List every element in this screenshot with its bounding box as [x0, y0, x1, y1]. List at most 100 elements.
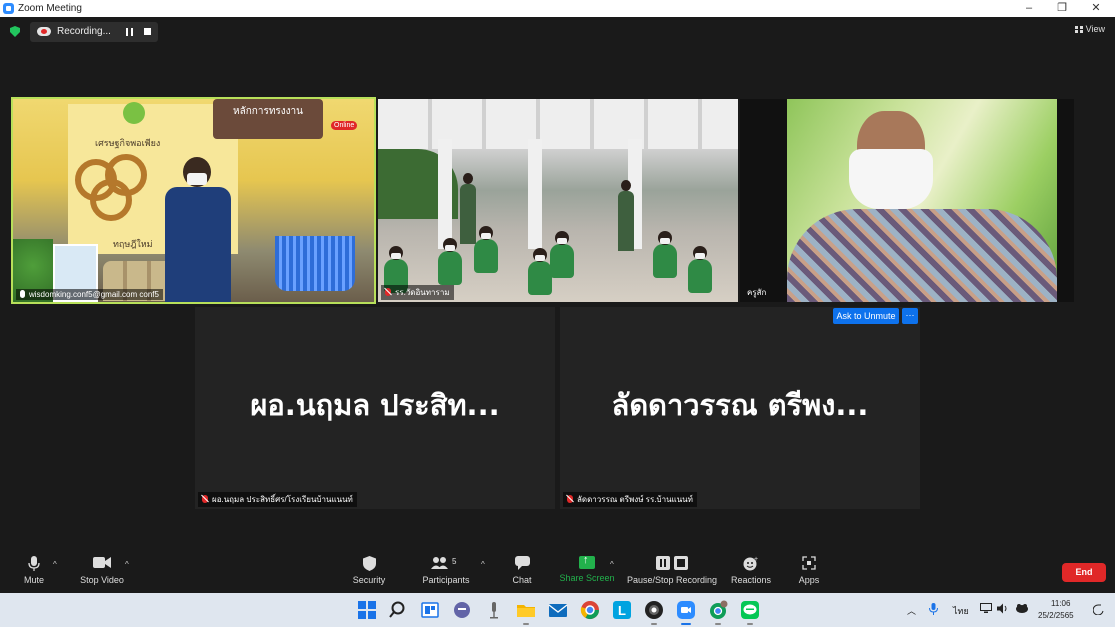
video-tile-nathumon[interactable]: ผอ.นฤมล ประสิท... ผอ.นฤมล ประสิทธิ์ศร/โร…: [195, 307, 555, 509]
ceiling: [378, 99, 738, 149]
presenter: [163, 157, 233, 302]
participants-icon: 5: [418, 556, 474, 571]
microphone-icon: [20, 290, 25, 298]
chrome-icon[interactable]: [580, 600, 600, 620]
security-button[interactable]: Security: [349, 556, 389, 585]
active-app-indicator: [523, 623, 529, 625]
video-camera-icon: [76, 556, 128, 571]
zoom-app-icon: [3, 3, 14, 14]
student: [653, 231, 677, 278]
svg-text:+: +: [754, 556, 758, 563]
title-bar: Zoom Meeting – ❐ ✕: [0, 0, 1115, 17]
participant-name-tag: wisdomking.conf5@gmail.com conf5: [16, 289, 163, 300]
input-language[interactable]: ไทย: [953, 604, 969, 618]
participant-name-tag: รร.วัดอินทาราม: [381, 285, 454, 300]
video-tile-krusak[interactable]: ครูสัก: [740, 99, 1074, 302]
video-tile-ladda[interactable]: ลัดดาวรรณ ตรีพง... ลัดดาวรรณ ตรีพงษ์ รร.…: [560, 307, 920, 509]
audio-options-chevron-icon[interactable]: ^: [53, 560, 57, 569]
mute-button[interactable]: Mute: [18, 556, 50, 585]
view-label: View: [1085, 24, 1105, 34]
windows-start-icon[interactable]: [357, 600, 377, 620]
pause-stop-recording-button[interactable]: Pause/Stop Recording: [626, 556, 718, 585]
stop-video-button[interactable]: Stop Video: [76, 556, 128, 585]
more-options-button[interactable]: ···: [902, 308, 918, 324]
view-button[interactable]: View: [1074, 24, 1105, 34]
recording-label: Recording...: [57, 26, 111, 37]
clock-time[interactable]: 11:06: [1051, 599, 1070, 608]
display-network-icon[interactable]: [980, 603, 992, 616]
stop-recording-icon[interactable]: [144, 28, 151, 35]
ask-to-unmute-button[interactable]: Ask to Unmute: [833, 308, 899, 324]
student: [550, 231, 574, 278]
svg-text:L: L: [618, 603, 626, 618]
video-feed: [787, 99, 1057, 302]
video-tile-wisdomking[interactable]: หลักการทรงงาน เศรษฐกิจพอเพียง ทฤษฎีใหม่ …: [11, 97, 376, 304]
search-icon[interactable]: [389, 600, 409, 620]
shirt: [787, 209, 1057, 302]
participant-name: ลัดดาวรรณ ตรีพงษ์ รร.บ้านแนนท์: [577, 495, 693, 504]
line-messenger-icon[interactable]: [740, 600, 760, 620]
show-hidden-icons-chevron-icon[interactable]: ︿: [907, 604, 916, 617]
end-meeting-button[interactable]: End: [1062, 563, 1106, 582]
microphone-app-icon[interactable]: [484, 600, 504, 620]
zoom-icon[interactable]: [676, 600, 696, 620]
taskbar: L ︿ ไทย 11:06 25/2/2565: [0, 593, 1115, 627]
video-tile-school[interactable]: รร.วัดอินทาราม: [378, 99, 738, 302]
participant-name: ครูสัก: [747, 288, 767, 297]
share-options-chevron-icon[interactable]: ^: [610, 560, 614, 569]
reactions-button[interactable]: + Reactions: [729, 556, 773, 585]
face-mask: [849, 149, 933, 209]
grid-view-icon: [1074, 26, 1083, 33]
pause-recording-icon[interactable]: [126, 28, 133, 36]
microphone-icon: [18, 556, 50, 571]
active-app-indicator: [651, 623, 657, 625]
mail-icon[interactable]: [548, 600, 568, 620]
mic-muted-icon: [202, 495, 208, 503]
blue-basket: [275, 236, 355, 291]
student: [438, 238, 462, 285]
student: [528, 248, 552, 295]
active-app-indicator: [715, 623, 721, 625]
teacher: [618, 180, 634, 251]
participant-name-tag: ผอ.นฤมล ประสิทธิ์ศร/โรงเรียนบ้านแนนท์: [198, 492, 357, 507]
share-screen-button[interactable]: Share Screen: [558, 554, 616, 583]
online-badge: Online: [331, 121, 358, 130]
apps-icon: [795, 556, 823, 571]
chat-button[interactable]: Chat: [506, 556, 538, 585]
speaker-icon[interactable]: [997, 603, 1009, 616]
security-shield-icon: [10, 26, 20, 37]
teacher: [460, 173, 476, 244]
task-view-icon[interactable]: [420, 600, 440, 620]
svg-text:5: 5: [452, 557, 457, 566]
participant-name-tag: ลัดดาวรรณ ตรีพงษ์ รร.บ้านแนนท์: [563, 492, 697, 507]
system-tray: ︿ ไทย 11:06 25/2/2565: [895, 593, 1115, 627]
cloud-recording-icon: [37, 27, 51, 36]
smiley-icon: +: [729, 556, 773, 571]
participant-name: wisdomking.conf5@gmail.com conf5: [29, 290, 159, 299]
active-app-indicator: [747, 623, 753, 625]
maximize-button[interactable]: ❐: [1052, 1, 1072, 16]
mic-muted-icon: [567, 495, 573, 503]
video-options-chevron-icon[interactable]: ^: [125, 560, 129, 569]
clock-date[interactable]: 25/2/2565: [1038, 611, 1074, 620]
chat-bubble-icon: [506, 556, 538, 571]
microphone-tray-icon[interactable]: [929, 603, 938, 617]
chrome-profile-icon[interactable]: [708, 600, 728, 620]
participant-display-name: ผอ.นฤมล ประสิท...: [250, 388, 500, 422]
participants-chevron-icon[interactable]: ^: [481, 560, 485, 569]
student: [688, 246, 712, 293]
pillar: [438, 139, 452, 249]
teams-chat-icon[interactable]: [452, 600, 472, 620]
close-button[interactable]: ✕: [1086, 1, 1106, 16]
participant-name: รร.วัดอินทาราม: [395, 288, 450, 297]
poster-headline: หลักการทรงงาน: [213, 99, 323, 139]
battery-app-icon[interactable]: [1015, 603, 1029, 616]
file-explorer-icon[interactable]: [516, 600, 536, 620]
obs-icon[interactable]: [644, 600, 664, 620]
apps-button[interactable]: Apps: [795, 556, 823, 585]
minimize-button[interactable]: –: [1019, 1, 1039, 16]
line-l-app-icon[interactable]: L: [612, 600, 632, 620]
student: [474, 226, 498, 273]
participants-button[interactable]: 5 Participants: [418, 556, 474, 585]
notifications-icon[interactable]: [1092, 603, 1104, 617]
